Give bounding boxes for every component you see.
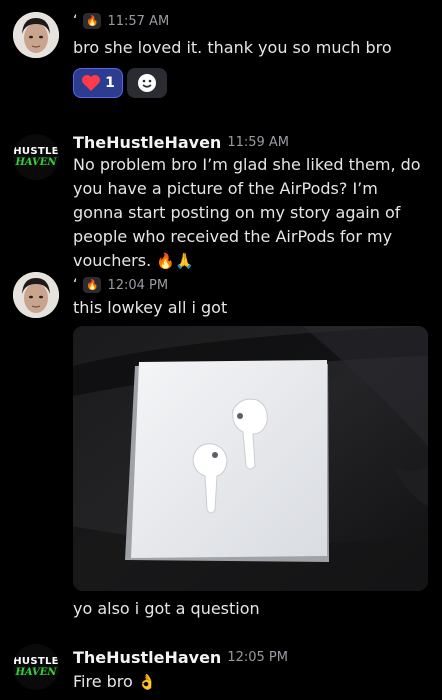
timestamp: 12:04 PM xyxy=(107,277,169,293)
message-text: bro she loved it. thank you so much bro xyxy=(73,38,392,57)
ok-hand-icon: 👌 xyxy=(137,673,157,691)
message-text: No problem bro I’m glad she liked them, … xyxy=(73,153,428,273)
message-text: this lowkey all i got xyxy=(73,298,228,317)
message-header: ‘ 🔥 12:04 PM xyxy=(73,275,168,295)
role-tag: ‘ xyxy=(73,13,78,29)
reaction-count: 1 xyxy=(105,75,115,91)
message-2: HUSTLE HAVEN TheHustleHaven 11:59 AM No … xyxy=(0,110,442,270)
airpods-photo xyxy=(73,326,428,591)
username[interactable]: TheHustleHaven xyxy=(73,133,221,152)
message-header: TheHustleHaven 12:05 PM xyxy=(73,647,288,667)
message-header: TheHustleHaven 11:59 AM xyxy=(73,132,289,152)
user-avatar[interactable] xyxy=(13,12,59,58)
heart-icon xyxy=(82,75,101,91)
thehustlehaven-avatar[interactable]: HUSTLE HAVEN xyxy=(13,134,59,180)
message-body: Fire bro xyxy=(73,672,133,691)
avatar-text-bottom: HAVEN xyxy=(15,666,57,678)
avatar-image xyxy=(13,12,59,58)
fire-icon: 🔥 xyxy=(83,13,102,29)
message-text-followup: yo also i got a question xyxy=(73,599,260,618)
username[interactable]: TheHustleHaven xyxy=(73,648,221,667)
role-tag: ‘ xyxy=(73,277,78,293)
add-reaction-icon xyxy=(138,74,156,92)
timestamp: 12:05 PM xyxy=(227,649,288,665)
fire-icon: 🔥 xyxy=(83,277,102,293)
thehustlehaven-avatar[interactable]: HUSTLE HAVEN xyxy=(13,644,59,690)
timestamp: 11:59 AM xyxy=(227,134,290,150)
avatar-text-top: HUSTLE xyxy=(13,655,59,667)
avatar-image xyxy=(13,272,59,318)
add-reaction-button[interactable] xyxy=(127,68,167,98)
image-attachment[interactable] xyxy=(73,326,428,591)
user-avatar[interactable] xyxy=(13,272,59,318)
message-body: No problem bro I’m glad she liked them, … xyxy=(73,155,421,270)
avatar-text-top: HUSTLE xyxy=(13,145,59,157)
avatar-text-bottom: HAVEN xyxy=(15,156,57,168)
message-4: HUSTLE HAVEN TheHustleHaven 12:05 PM Fir… xyxy=(0,635,442,700)
message-header: ‘ 🔥 11:57 AM xyxy=(73,11,169,31)
heart-reaction[interactable]: 1 xyxy=(73,68,123,98)
reactions-bar: 1 xyxy=(73,68,167,98)
timestamp: 11:57 AM xyxy=(107,13,170,29)
message-text: Fire bro 👌 xyxy=(73,670,428,694)
message-1: ‘ 🔥 11:57 AM bro she loved it. thank you… xyxy=(0,0,442,110)
